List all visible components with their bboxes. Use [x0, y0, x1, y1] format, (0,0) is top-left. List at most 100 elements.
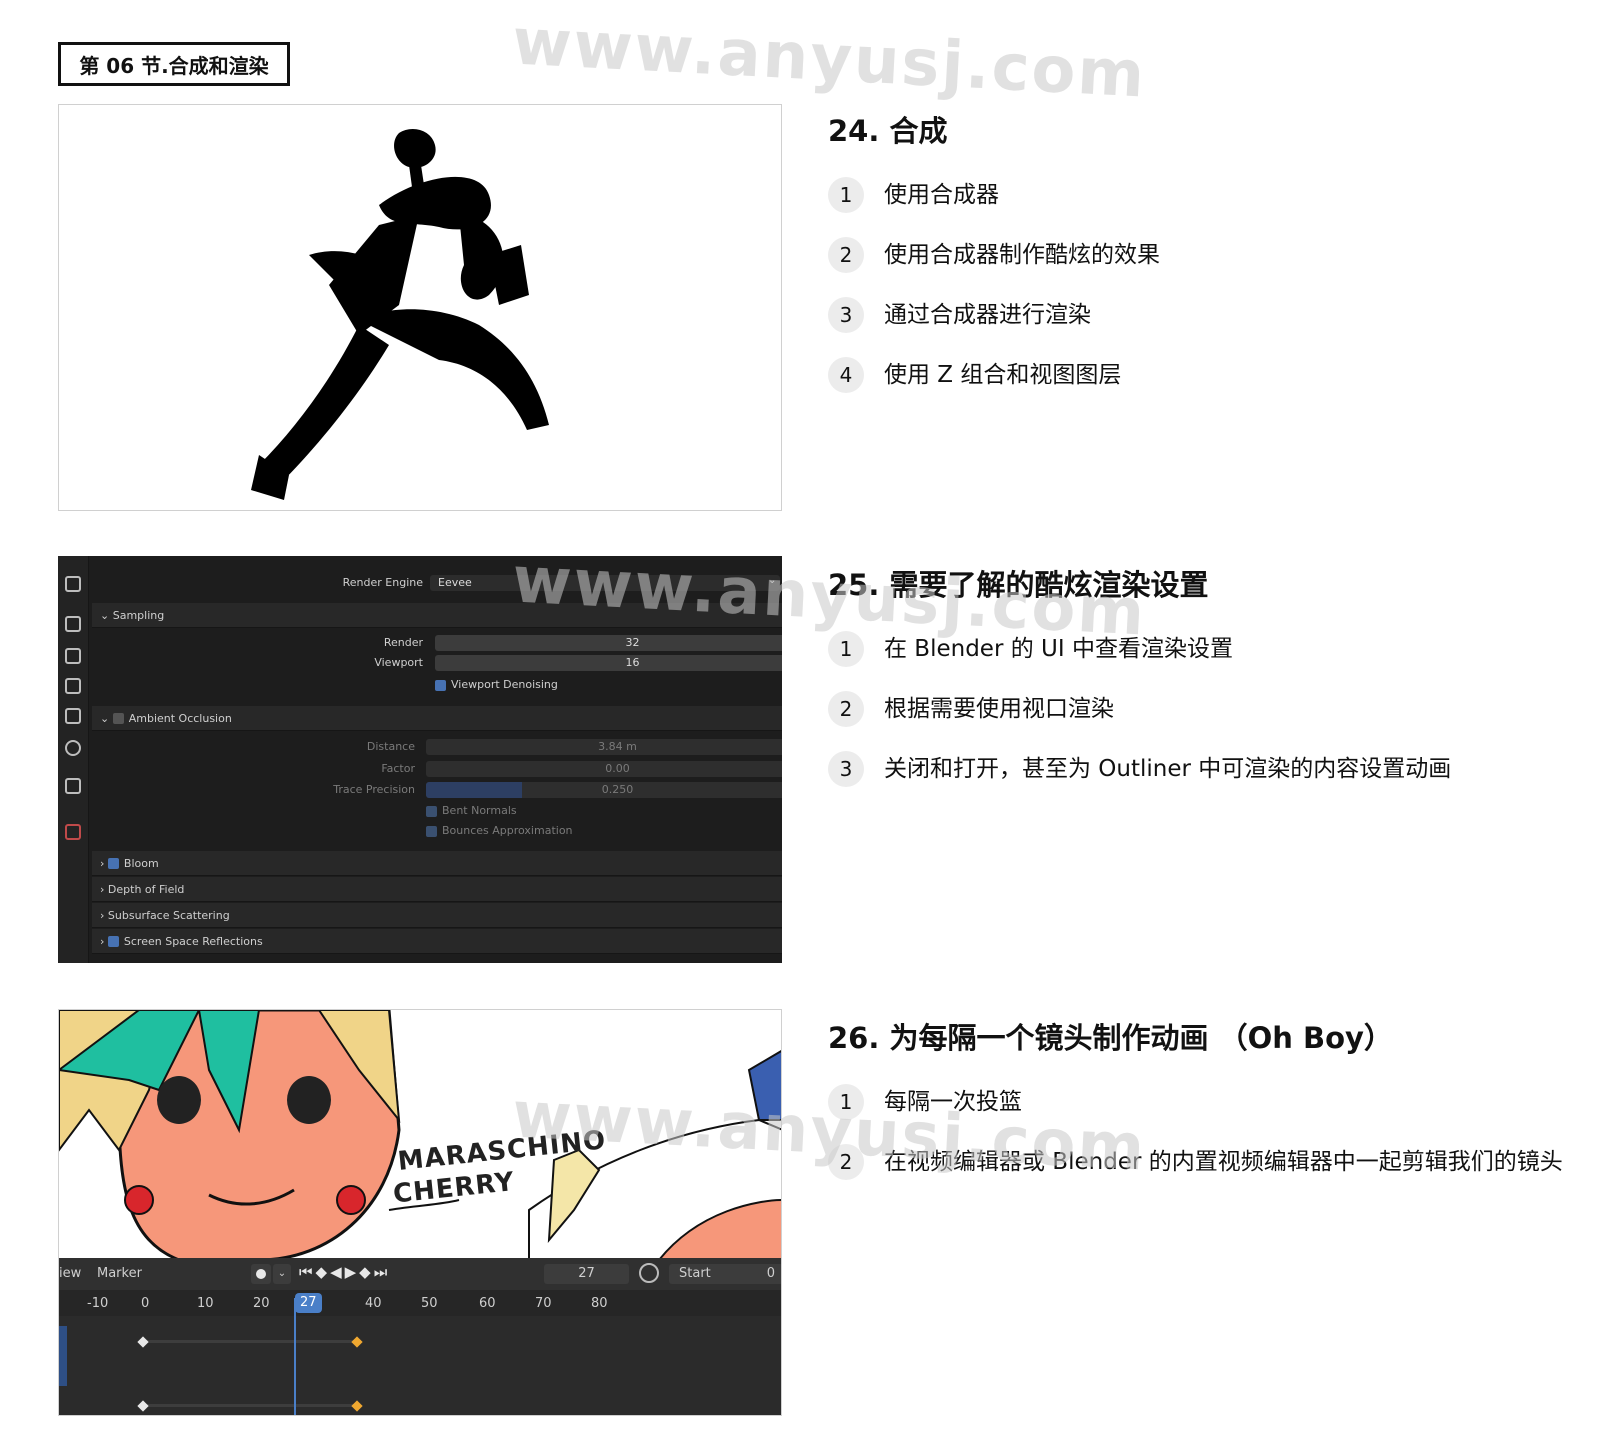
frame-ruler[interactable]: -10 0 10 20 27 40 50 60 70 80: [59, 1290, 781, 1316]
topic-list: 1 使用合成器 2 使用合成器制作酷炫的效果 3 通过合成器进行渲染 4 使用 Z 组合…: [828, 176, 1588, 394]
sampling-header[interactable]: ⌄ Sampling: [92, 603, 782, 628]
viewport-samples-label: Viewport: [374, 656, 423, 669]
frame-tick-label: 70: [535, 1296, 552, 1311]
item-text: 通过合成器进行渲染: [884, 302, 1091, 328]
screen-space-reflections-checkbox[interactable]: [107, 935, 119, 947]
world-icon[interactable]: [65, 740, 81, 756]
list-item: 2 根据需要使用视口渲染: [828, 690, 1588, 728]
depth-of-field-header[interactable]: › Depth of Field: [92, 877, 782, 902]
trace-precision-field[interactable]: 0.250: [426, 782, 782, 798]
keyframe-marker[interactable]: [351, 1336, 363, 1348]
topic-26: 26. 为每隔一个镜头制作动画 （Oh Boy） 1 每隔一次投篮 2 在视频编辑器…: [828, 1015, 1588, 1203]
subsurface-scattering-header[interactable]: › Subsurface Scattering: [92, 903, 782, 928]
start-label: Start: [679, 1266, 711, 1281]
frame-tick-label: 10: [197, 1296, 214, 1311]
frame-tick-label: 60: [479, 1296, 496, 1311]
view-menu[interactable]: iew: [59, 1266, 81, 1281]
start-frame-field[interactable]: Start 0: [669, 1264, 781, 1284]
frame-tick-label: 80: [591, 1296, 608, 1311]
list-item: 1 在 Blender 的 UI 中查看渲染设置: [828, 630, 1588, 668]
list-item: 3 通过合成器进行渲染: [828, 296, 1588, 334]
stopwatch-icon[interactable]: [639, 1263, 659, 1283]
viewport-denoising-checkbox[interactable]: Viewport Denoising: [435, 678, 558, 691]
item-text: 关闭和打开，甚至为 Outliner 中可渲染的内容设置动画: [884, 756, 1452, 782]
marker-menu[interactable]: Marker: [97, 1266, 142, 1281]
item-text: 根据需要使用视口渲染: [884, 696, 1114, 722]
tool-icon[interactable]: [65, 576, 81, 592]
ink-figure-image: [58, 104, 782, 511]
play-reverse-icon[interactable]: ◀: [330, 1263, 345, 1281]
topic-24: 24. 合成 1 使用合成器 2 使用合成器制作酷炫的效果 3 通过合成器进行渲染 4…: [828, 108, 1588, 416]
frame-tick-label: -10: [87, 1296, 109, 1311]
item-number: 2: [828, 691, 864, 727]
record-icon: [256, 1269, 266, 1279]
bounces-approximation-checkbox[interactable]: Bounces Approximation: [426, 824, 573, 837]
chevron-down-icon: ⌄: [768, 575, 777, 586]
bloom-checkbox[interactable]: [107, 857, 119, 869]
properties-sidebar: [58, 556, 89, 963]
frame-tick-label: 40: [365, 1296, 382, 1311]
playhead-line[interactable]: [294, 1298, 296, 1415]
distance-label: Distance: [366, 740, 415, 753]
trace-precision-label: Trace Precision: [333, 783, 415, 796]
chevron-down-icon[interactable]: ⌄: [273, 1264, 291, 1284]
list-item: 2 在视频编辑器或 Blender 的内置视频编辑器中一起剪辑我们的镜头: [828, 1143, 1588, 1181]
item-number: 1: [828, 1084, 864, 1120]
bent-normals-label: Bent Normals: [442, 804, 517, 817]
render-samples-field[interactable]: 32: [435, 635, 782, 651]
keyframe-marker[interactable]: [137, 1400, 149, 1412]
topic-list: 1 每隔一次投篮 2 在视频编辑器或 Blender 的内置视频编辑器中一起剪辑我们…: [828, 1083, 1588, 1181]
distance-field[interactable]: 3.84 m: [426, 739, 782, 755]
bent-normals-checkbox[interactable]: Bent Normals: [426, 804, 517, 817]
bloom-label: Bloom: [123, 856, 159, 870]
topic-25: 25. 需要了解的酷炫渲染设置 1 在 Blender 的 UI 中查看渲染设置 …: [828, 562, 1588, 810]
chevron-down-icon: ⌄: [100, 711, 113, 725]
collection-icon[interactable]: [65, 778, 81, 794]
jump-start-icon[interactable]: ⏮: [299, 1263, 316, 1281]
bloom-header[interactable]: › Bloom: [92, 851, 782, 876]
playback-controls[interactable]: ⏮◆◀▶◆⏭: [299, 1263, 390, 1281]
next-keyframe-icon[interactable]: ◆: [359, 1263, 374, 1281]
render-engine-label: Render Engine: [342, 576, 423, 589]
sampling-label: Sampling: [112, 608, 165, 622]
keyframe-track[interactable]: [59, 1316, 781, 1415]
render-engine-select[interactable]: Eevee: [430, 575, 780, 591]
topic-title: 24. 合成: [828, 114, 948, 148]
keyframe-marker[interactable]: [351, 1400, 363, 1412]
start-value: 0: [766, 1266, 775, 1281]
ambient-occlusion-checkbox[interactable]: [112, 712, 124, 724]
current-frame-indicator: 27: [295, 1293, 322, 1313]
list-item: 1 每隔一次投篮: [828, 1083, 1588, 1121]
chevron-right-icon: ›: [100, 934, 108, 948]
list-item: 1 使用合成器: [828, 176, 1588, 214]
frame-tick-label: 50: [421, 1296, 438, 1311]
item-text: 使用 Z 组合和视图图层: [884, 362, 1122, 388]
chevron-right-icon: ›: [100, 882, 108, 896]
scene-icon[interactable]: [65, 708, 81, 724]
subsurface-scattering-label: Subsurface Scattering: [107, 908, 230, 922]
output-icon[interactable]: [65, 648, 81, 664]
factor-field[interactable]: 0.00: [426, 761, 782, 777]
current-frame-field[interactable]: 27: [544, 1264, 629, 1284]
view-layer-icon[interactable]: [65, 678, 81, 694]
prev-keyframe-icon[interactable]: ◆: [316, 1263, 331, 1281]
texture-icon[interactable]: [65, 824, 81, 840]
record-button[interactable]: [251, 1264, 271, 1284]
keyframe-hold-bar: [143, 1404, 355, 1407]
screen-space-reflections-header[interactable]: › Screen Space Reflections: [92, 929, 782, 954]
trace-precision-value: 0.250: [601, 783, 634, 796]
factor-label: Factor: [381, 762, 415, 775]
item-text: 在 Blender 的 UI 中查看渲染设置: [884, 636, 1233, 662]
jump-end-icon[interactable]: ⏭: [374, 1263, 391, 1281]
viewport-samples-field[interactable]: 16: [435, 655, 782, 671]
trace-precision-fill: [426, 782, 522, 798]
item-text: 使用合成器制作酷炫的效果: [884, 242, 1160, 268]
ambient-occlusion-header[interactable]: ⌄ Ambient Occlusion: [92, 706, 782, 731]
keyframe-marker[interactable]: [137, 1336, 149, 1348]
render-icon[interactable]: [65, 616, 81, 632]
section-tag: 第 06 节.合成和渲染: [58, 42, 290, 86]
chevron-down-icon: ⌄: [100, 608, 113, 622]
depth-of-field-label: Depth of Field: [107, 882, 185, 896]
play-icon[interactable]: ▶: [345, 1263, 360, 1281]
watermark: www.anyusj.com: [510, 5, 1149, 113]
